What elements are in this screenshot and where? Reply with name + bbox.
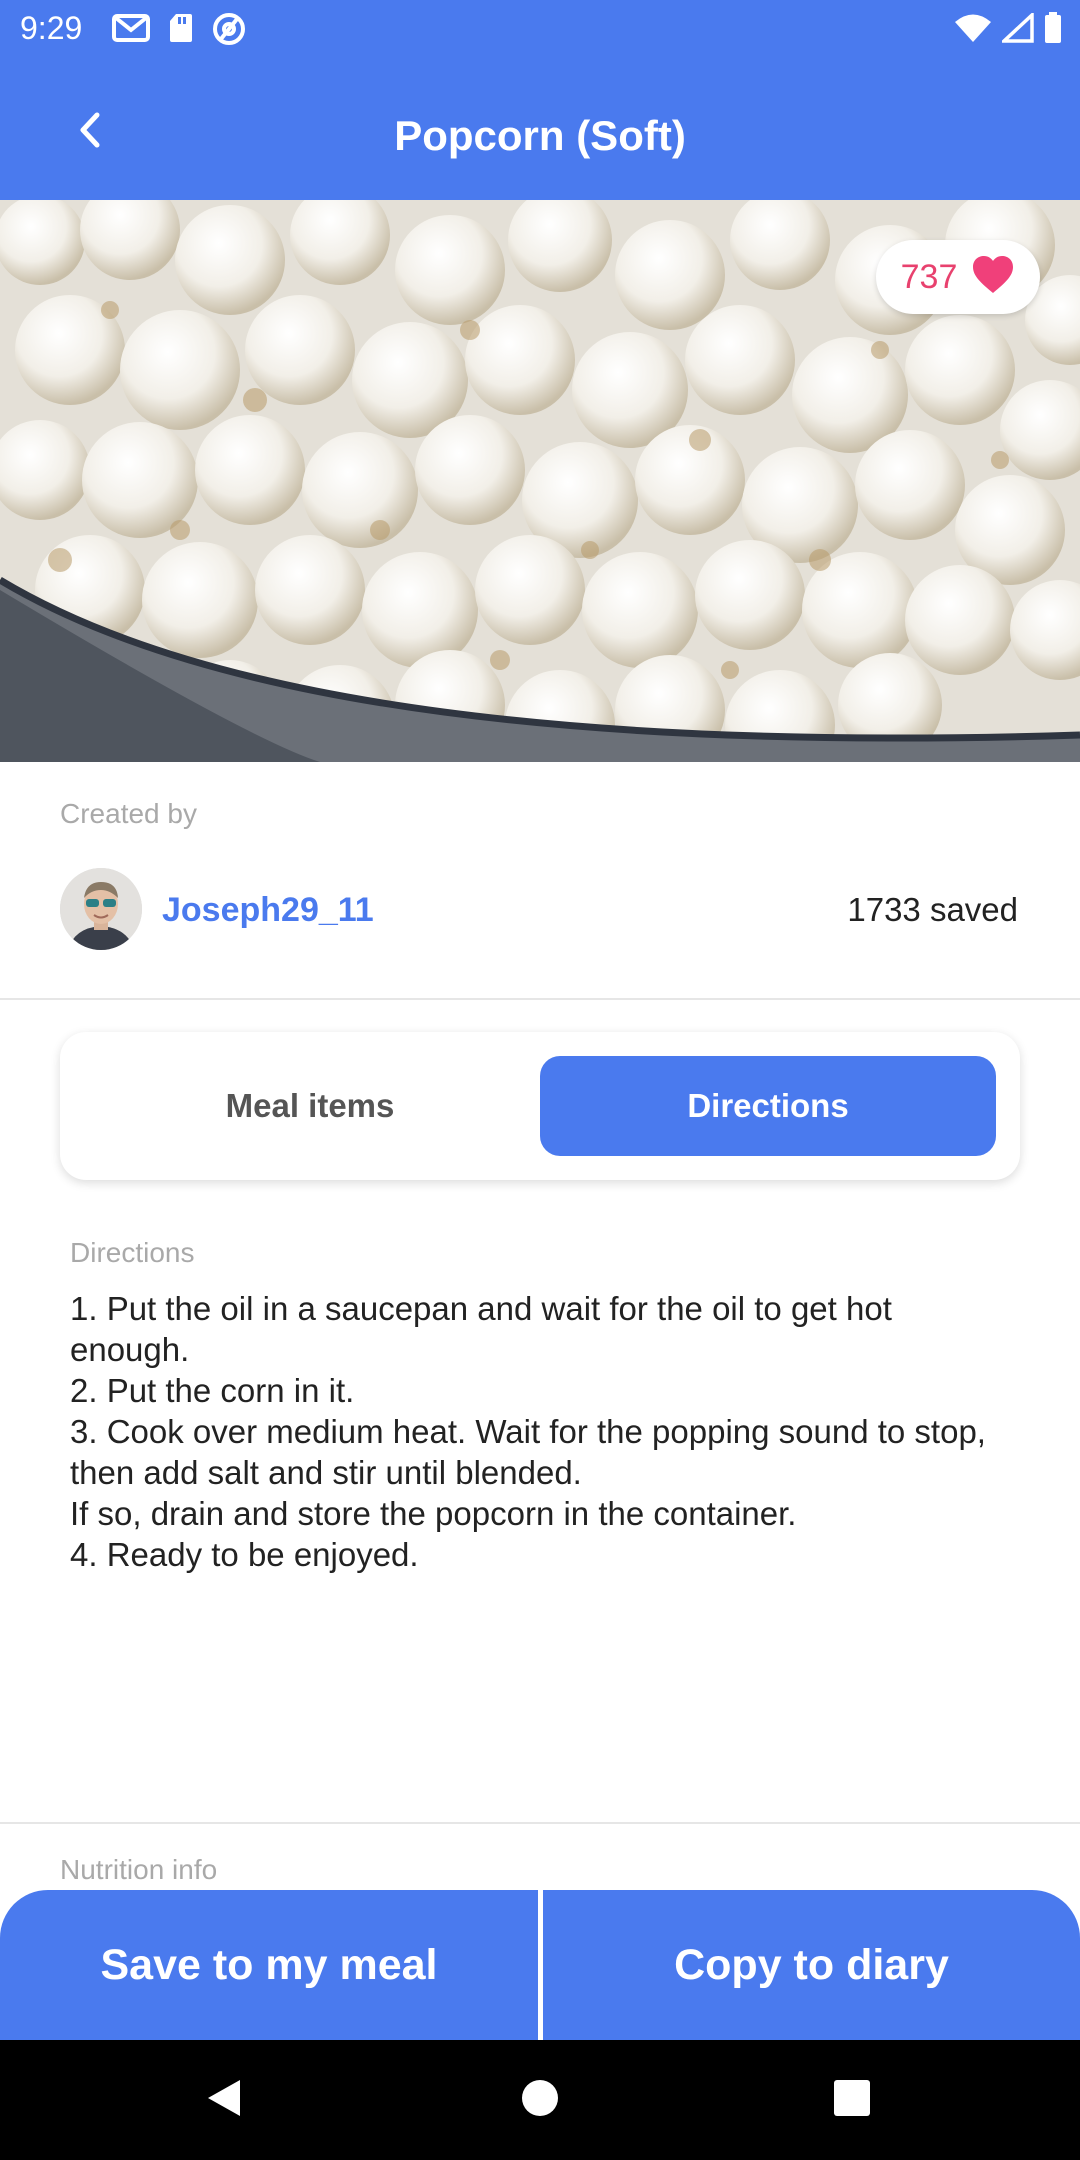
system-home-button[interactable] — [510, 2070, 570, 2130]
direction-step: 1. Put the oil in a saucepan and wait fo… — [70, 1290, 892, 1368]
status-time: 9:29 — [20, 10, 83, 46]
heart-icon — [971, 255, 1015, 300]
direction-step: 3. Cook over medium heat. Wait for the p… — [70, 1413, 986, 1491]
app-bar: Popcorn (Soft) — [0, 62, 1080, 200]
back-triangle-icon — [204, 2076, 244, 2125]
wifi-icon — [954, 13, 992, 48]
likes-count: 737 — [900, 257, 958, 296]
divider — [0, 1822, 1080, 1824]
at-sign-icon — [212, 12, 246, 51]
system-nav-bar — [0, 2040, 1080, 2160]
save-to-my-meal-button[interactable]: Save to my meal — [0, 1890, 538, 2040]
created-by-label: Created by — [60, 798, 197, 829]
cell-signal-icon — [999, 10, 1034, 48]
home-circle-icon — [520, 2078, 560, 2123]
system-recents-button[interactable] — [822, 2070, 882, 2130]
page-title: Popcorn (Soft) — [394, 112, 686, 159]
direction-step: If so, drain and store the popcorn in th… — [70, 1495, 797, 1532]
creator-name-link[interactable]: Joseph29_11 — [162, 891, 374, 930]
recipe-tabs: Meal items Directions — [60, 1032, 1020, 1180]
avatar[interactable] — [60, 868, 142, 950]
direction-step: 2. Put the corn in it. — [70, 1372, 355, 1409]
gmail-icon — [112, 12, 150, 51]
system-status-icons — [954, 10, 1062, 49]
directions-label: Directions — [70, 1237, 195, 1268]
saved-count: 1733 saved — [847, 891, 1018, 928]
notification-icons — [112, 12, 246, 51]
recipe-hero-image: 737 — [0, 200, 1080, 762]
status-bar: 9:29 — [0, 0, 1080, 62]
direction-step: 4. Ready to be enjoyed. — [70, 1536, 419, 1573]
tab-meal-items[interactable]: Meal items — [60, 1056, 560, 1156]
likes-button[interactable]: 737 — [876, 240, 1040, 314]
tab-directions[interactable]: Directions — [540, 1056, 996, 1156]
nutrition-info-label: Nutrition info — [60, 1854, 218, 1885]
recents-square-icon — [832, 2078, 872, 2123]
battery-icon — [1044, 12, 1062, 49]
directions-text: 1. Put the oil in a saucepan and wait fo… — [70, 1288, 1020, 1575]
copy-to-diary-button[interactable]: Copy to diary — [543, 1890, 1080, 2040]
system-back-button[interactable] — [194, 2070, 254, 2130]
sd-card-icon — [168, 12, 194, 51]
divider — [0, 998, 1080, 1000]
